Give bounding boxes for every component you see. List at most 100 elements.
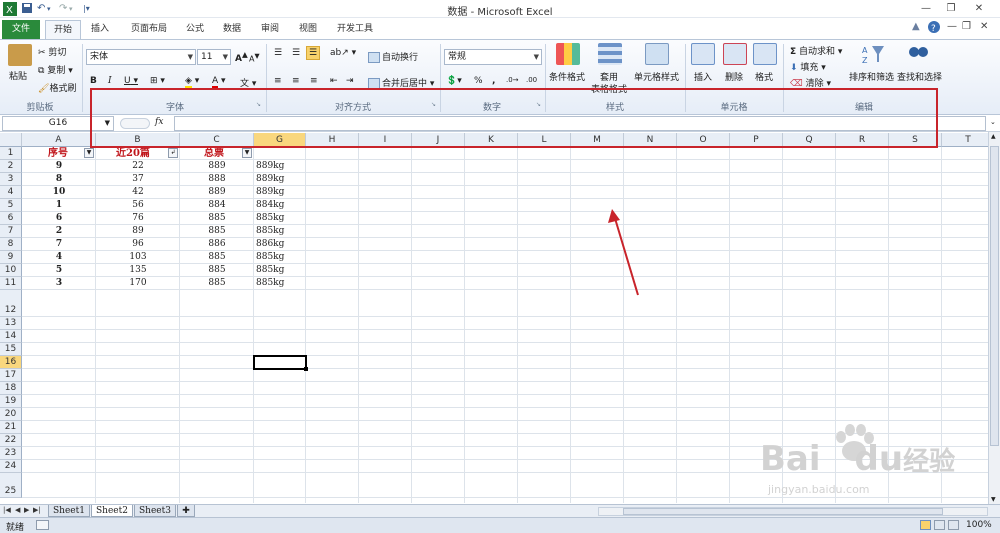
format-cells-icon[interactable] bbox=[753, 43, 777, 65]
fill-handle[interactable] bbox=[304, 367, 308, 371]
column-header-j[interactable]: J bbox=[412, 133, 465, 147]
header-cell-b[interactable]: 近20篇 bbox=[116, 147, 150, 160]
table-cell[interactable]: 889kg bbox=[256, 160, 284, 173]
table-cell[interactable]: 889kg bbox=[256, 173, 284, 186]
expand-formula-bar-icon[interactable]: ⌄ bbox=[990, 118, 996, 126]
font-dialog-launcher-icon[interactable]: ↘ bbox=[256, 101, 261, 108]
accounting-format-button[interactable]: 💲▾ bbox=[446, 76, 462, 86]
scroll-down-icon[interactable]: ▼ bbox=[991, 496, 996, 503]
font-color-button[interactable]: A ▾ bbox=[212, 76, 226, 89]
row-header-21[interactable]: 21 bbox=[0, 421, 22, 434]
column-header-c[interactable]: C bbox=[180, 133, 254, 147]
zoom-level[interactable]: 100% bbox=[966, 520, 992, 530]
increase-decimal-button[interactable]: .0→ bbox=[506, 76, 519, 84]
row-header-4[interactable]: 4 bbox=[0, 186, 22, 199]
page-layout-view-icon[interactable] bbox=[934, 520, 945, 530]
filter-dropdown-icon[interactable]: ▼ bbox=[84, 148, 94, 158]
sheet-tab-2[interactable]: Sheet2 bbox=[91, 505, 133, 517]
sort-filter-active-icon[interactable]: ↲ bbox=[168, 148, 178, 158]
format-as-table-icon[interactable] bbox=[598, 43, 622, 65]
table-cell[interactable]: 96 bbox=[96, 238, 180, 251]
tab-data[interactable]: 数据 bbox=[216, 20, 248, 39]
table-cell[interactable]: 885 bbox=[180, 251, 254, 264]
sheet-tab-1[interactable]: Sheet1 bbox=[48, 505, 90, 517]
cell-styles-button[interactable]: 单元格样式 bbox=[634, 70, 679, 83]
row-header-15[interactable]: 15 bbox=[0, 343, 22, 356]
tab-file[interactable]: 文件 bbox=[2, 20, 40, 39]
row-header-11[interactable]: 11 bbox=[0, 277, 22, 290]
formula-input[interactable] bbox=[174, 116, 986, 131]
header-cell-c[interactable]: 总票 bbox=[204, 147, 224, 160]
column-header-h[interactable]: H bbox=[306, 133, 359, 147]
row-header-6[interactable]: 6 bbox=[0, 212, 22, 225]
decrease-indent-button[interactable]: ⇤ bbox=[330, 76, 338, 86]
row-header-23[interactable]: 23 bbox=[0, 447, 22, 460]
ribbon-minimize-icon[interactable]: ▲ bbox=[912, 21, 920, 32]
shrink-font-button[interactable]: A▼ bbox=[249, 52, 260, 64]
cell-styles-icon[interactable] bbox=[645, 43, 669, 65]
insert-sheet-icon[interactable]: ✚ bbox=[177, 505, 195, 517]
tab-developer[interactable]: 开发工具 bbox=[330, 20, 380, 39]
align-top-button[interactable]: ☰ bbox=[274, 48, 282, 58]
decrease-decimal-button[interactable]: .00 bbox=[526, 76, 537, 84]
delete-cells-button[interactable]: 删除 bbox=[725, 70, 743, 83]
orientation-button[interactable]: ab↗ ▾ bbox=[330, 48, 356, 58]
close-icon[interactable]: ✕ bbox=[968, 1, 990, 16]
formula-bar-expander[interactable] bbox=[120, 118, 150, 129]
column-header-a[interactable]: A bbox=[22, 133, 96, 147]
table-cell[interactable]: 886kg bbox=[256, 238, 284, 251]
percent-button[interactable]: % bbox=[474, 76, 483, 86]
tab-page-layout[interactable]: 页面布局 bbox=[125, 20, 173, 39]
align-middle-button[interactable]: ☰ bbox=[292, 48, 300, 58]
comma-button[interactable]: , bbox=[492, 76, 495, 86]
filter-dropdown-icon[interactable]: ▼ bbox=[242, 148, 252, 158]
scroll-up-icon[interactable]: ▲ bbox=[991, 133, 996, 140]
number-dialog-launcher-icon[interactable]: ↘ bbox=[536, 101, 541, 108]
increase-indent-button[interactable]: ⇥ bbox=[346, 76, 354, 86]
table-cell[interactable]: 886 bbox=[180, 238, 254, 251]
table-cell[interactable]: 170 bbox=[96, 277, 180, 290]
row-header-1[interactable]: 1 bbox=[0, 147, 22, 160]
table-cell[interactable]: 3 bbox=[22, 277, 96, 290]
clear-button[interactable]: ⌫ 清除 ▾ bbox=[790, 76, 831, 89]
merge-center-button[interactable]: 合并后居中 ▾ bbox=[368, 76, 434, 89]
table-cell[interactable]: 9 bbox=[22, 160, 96, 173]
row-header-24[interactable]: 24 bbox=[0, 460, 22, 473]
format-cells-button[interactable]: 格式 bbox=[755, 70, 773, 83]
row-header-17[interactable]: 17 bbox=[0, 369, 22, 382]
column-header-s[interactable]: S bbox=[889, 133, 942, 147]
column-header-i[interactable]: I bbox=[359, 133, 412, 147]
insert-cells-button[interactable]: 插入 bbox=[694, 70, 712, 83]
number-format-select[interactable]: 常规 ▼ bbox=[444, 49, 542, 65]
column-header-l[interactable]: L bbox=[518, 133, 571, 147]
doc-close-icon[interactable]: ✕ bbox=[980, 21, 988, 32]
fill-color-button[interactable]: ◈ ▾ bbox=[185, 76, 199, 89]
column-header-b[interactable]: B bbox=[96, 133, 180, 147]
table-cell[interactable]: 889 bbox=[180, 186, 254, 199]
copy-button[interactable]: ⧉ 复制 ▾ bbox=[38, 63, 73, 77]
column-header-t[interactable]: T bbox=[942, 133, 990, 147]
border-button[interactable]: ⊞ ▾ bbox=[150, 76, 165, 86]
column-header-q[interactable]: Q bbox=[783, 133, 836, 147]
table-cell[interactable]: 2 bbox=[22, 225, 96, 238]
table-cell[interactable]: 889kg bbox=[256, 186, 284, 199]
table-cell[interactable]: 885 bbox=[180, 277, 254, 290]
row-header-20[interactable]: 20 bbox=[0, 408, 22, 421]
row-header-5[interactable]: 5 bbox=[0, 199, 22, 212]
table-cell[interactable]: 135 bbox=[96, 264, 180, 277]
table-cell[interactable]: 1 bbox=[22, 199, 96, 212]
column-header-n[interactable]: N bbox=[624, 133, 677, 147]
row-header-8[interactable]: 8 bbox=[0, 238, 22, 251]
row-header-13[interactable]: 13 bbox=[0, 317, 22, 330]
tab-view[interactable]: 视图 bbox=[292, 20, 324, 39]
normal-view-icon[interactable] bbox=[920, 520, 931, 530]
row-header-16[interactable]: 16 bbox=[0, 356, 22, 369]
row-header-18[interactable]: 18 bbox=[0, 382, 22, 395]
column-header-k[interactable]: K bbox=[465, 133, 518, 147]
autosum-button[interactable]: Σ 自动求和 ▾ bbox=[790, 44, 842, 57]
active-cell-selection[interactable] bbox=[253, 355, 307, 370]
insert-function-button[interactable]: fx bbox=[155, 117, 163, 127]
wrap-text-button[interactable]: 自动换行 bbox=[368, 50, 418, 63]
table-cell[interactable]: 885 bbox=[180, 225, 254, 238]
horizontal-scrollbar[interactable] bbox=[598, 507, 988, 516]
